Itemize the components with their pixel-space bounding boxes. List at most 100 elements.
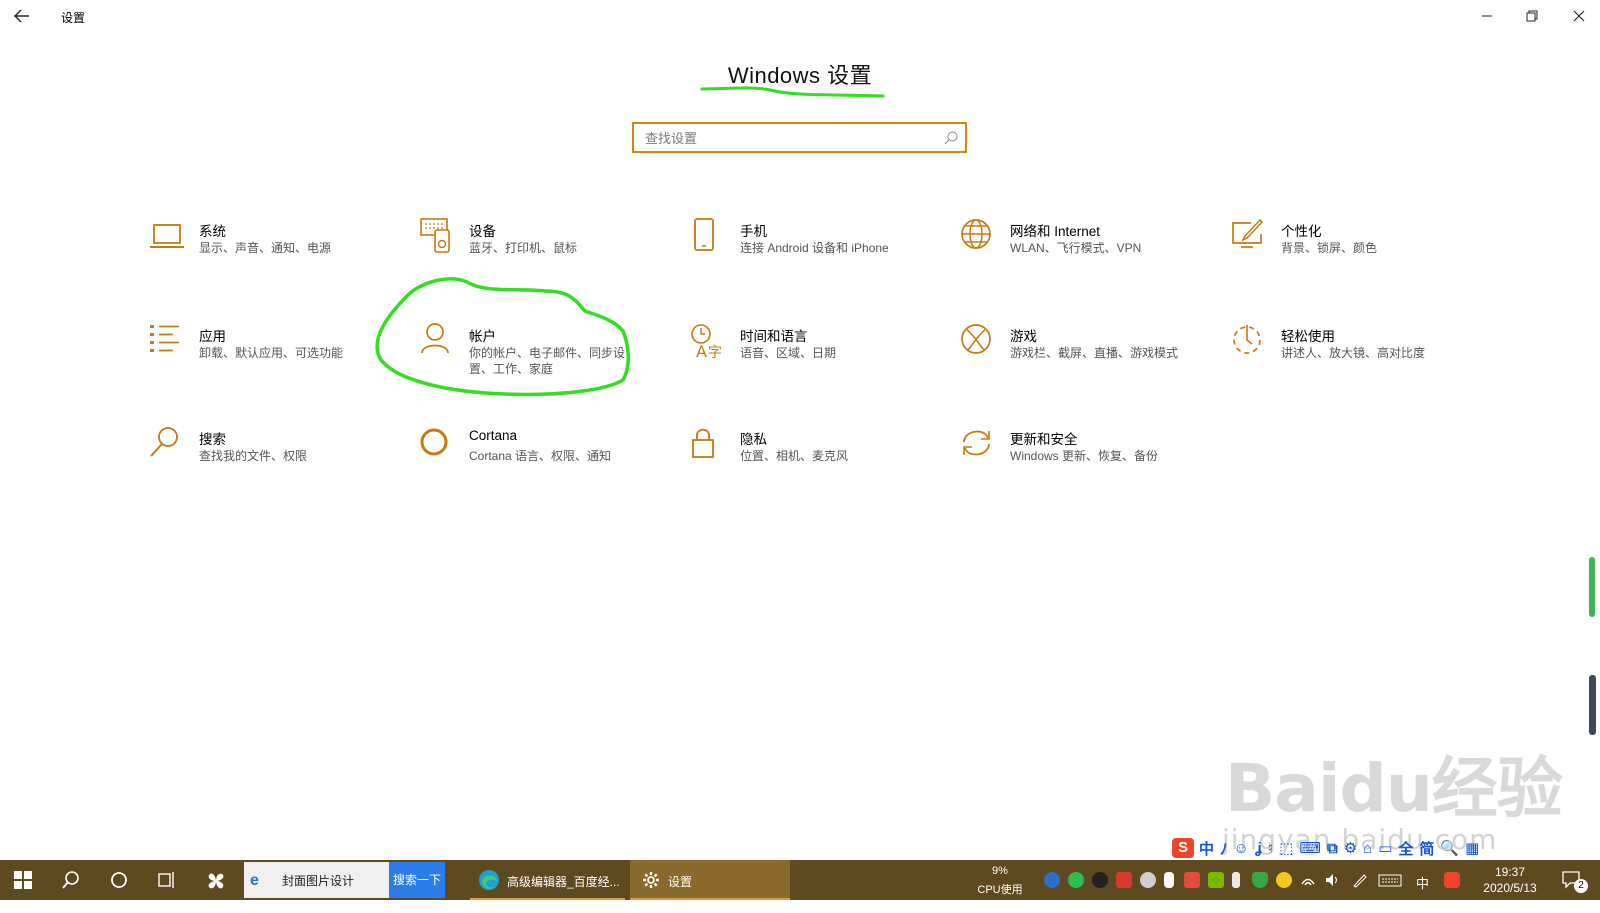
ime-item[interactable]: ⌨: [1298, 839, 1322, 857]
time-language-icon: A 字: [691, 324, 722, 361]
plus-app-icon[interactable]: [1276, 872, 1292, 888]
ime-item[interactable]: ☺: [1233, 840, 1250, 857]
tile-desc: Windows 更新、恢复、备份: [1010, 449, 1159, 463]
apps-list-icon: [150, 325, 179, 352]
xbox-icon: [961, 324, 991, 354]
tile-title: 更新和安全: [1010, 432, 1078, 447]
cpu-label: CPU使用: [977, 884, 1023, 896]
window-title: 设置: [61, 11, 86, 25]
clock[interactable]: 19:37 2020/5/13: [1470, 860, 1550, 900]
tile-title: 时间和语言: [740, 329, 808, 344]
scroll-indicator-dark[interactable]: [1589, 675, 1596, 735]
tile-search[interactable]: 搜索 查找我的文件、权限: [149, 426, 399, 496]
qq-icon[interactable]: [1092, 872, 1108, 888]
record-icon[interactable]: [1184, 872, 1200, 888]
ime-item[interactable]: ⧉: [1326, 840, 1339, 857]
tile-title: 手机: [740, 224, 767, 239]
clock-time: 19:37: [1494, 865, 1526, 879]
svg-text:A: A: [696, 342, 707, 361]
close-button[interactable]: [1561, 4, 1597, 28]
restore-button[interactable]: [1514, 4, 1550, 28]
ime-item[interactable]: ⚙: [1343, 839, 1358, 857]
sogou-tray-icon[interactable]: [1444, 872, 1460, 888]
tile-network[interactable]: 网络和 Internet WLAN、飞行模式、VPN: [960, 218, 1210, 288]
taskbar-web-search-field[interactable]: e 封面图片设计: [244, 862, 389, 898]
tile-desc: 位置、相机、麦克风: [740, 449, 849, 463]
minimize-button[interactable]: [1469, 4, 1505, 28]
annotation-underline: [700, 86, 885, 98]
search-box[interactable]: [632, 122, 967, 153]
svg-text:字: 字: [708, 345, 722, 361]
microphone-icon[interactable]: [1164, 872, 1174, 888]
ime-item[interactable]: ʝ: [1254, 840, 1263, 857]
ime-item[interactable]: ▭: [1377, 839, 1393, 857]
ime-item[interactable]: 简: [1418, 838, 1435, 859]
pen-icon[interactable]: [1352, 872, 1368, 888]
globe-icon: [961, 219, 991, 249]
web-search-button[interactable]: 搜索一下: [389, 862, 445, 898]
tile-time-language[interactable]: A 字 时间和语言 语音、区域、日期: [690, 323, 940, 393]
mic-app-icon[interactable]: [1044, 872, 1060, 888]
tile-cortana[interactable]: Cortana Cortana 语言、权限、通知: [419, 426, 669, 496]
nvidia-icon[interactable]: [1208, 872, 1224, 888]
input-language-indicator[interactable]: 中: [1416, 873, 1429, 913]
tile-title: 系统: [199, 224, 226, 239]
start-button[interactable]: [0, 860, 46, 900]
taskbar-app-edge[interactable]: 高级编辑器_百度经...: [470, 860, 625, 900]
ime-item[interactable]: ⬚: [1278, 839, 1294, 857]
taskbar-app-label: 高级编辑器_百度经...: [507, 875, 620, 889]
tile-desc: 背景、锁屏、颜色: [1281, 241, 1378, 255]
cpu-usage-widget[interactable]: 9% CPU使用: [970, 860, 1030, 900]
magnifier-icon: [62, 871, 79, 889]
tile-desc: 语音、区域、日期: [740, 346, 837, 360]
notification-center-button[interactable]: 2: [1556, 860, 1596, 900]
ime-item[interactable]: 🔍: [1439, 839, 1460, 857]
taskbar-search-button[interactable]: [48, 860, 94, 900]
tile-title: 轻松使用: [1281, 329, 1335, 344]
taskbar: e 封面图片设计 搜索一下 高级编辑器_百度经... 设置 9% CPU使用 中…: [0, 860, 1600, 900]
tile-system[interactable]: 系统 显示、声音、通知、电源: [149, 218, 399, 288]
security-shield-icon[interactable]: [1252, 872, 1268, 888]
cortana-ring-icon: [111, 872, 127, 888]
search-input[interactable]: [643, 124, 937, 152]
ime-toolbar: S 中 ﾉ ☺ ʝ ♮ ⬚ ⌨ ⧉ ⚙ ⌂ ▭ 全 简 🔍 ▦: [1172, 837, 1480, 859]
cortana-button[interactable]: [96, 860, 142, 900]
ime-item[interactable]: 全: [1397, 838, 1414, 859]
phone-icon: [694, 218, 714, 251]
back-button[interactable]: [12, 6, 36, 26]
tile-desc: 连接 Android 设备和 iPhone: [740, 241, 889, 255]
tile-ease-of-access[interactable]: 轻松使用 讲述人、放大镜、高对比度: [1231, 323, 1481, 393]
web-search-text: 封面图片设计: [282, 874, 355, 888]
tile-title: 个性化: [1281, 224, 1322, 239]
ime-item[interactable]: ⌂: [1362, 840, 1373, 857]
tile-phone[interactable]: 手机 连接 Android 设备和 iPhone: [690, 218, 940, 288]
user-tray-icon[interactable]: [1140, 872, 1156, 888]
keyboard-icon[interactable]: [1378, 872, 1402, 888]
ime-item[interactable]: ▦: [1464, 839, 1480, 857]
taskbar-app-settings[interactable]: 设置: [630, 860, 790, 900]
wifi-icon[interactable]: [1300, 872, 1316, 888]
ie-icon: e: [250, 872, 259, 889]
tile-apps[interactable]: 应用 卸载、默认应用、可选功能: [149, 323, 399, 393]
mail-icon[interactable]: [1116, 872, 1132, 888]
baidu-watermark: Baidu经验: [1225, 750, 1563, 827]
wechat-icon[interactable]: [1068, 872, 1084, 888]
ime-item[interactable]: ﾉ: [1219, 838, 1229, 859]
tile-privacy[interactable]: 隐私 位置、相机、麦克风: [690, 426, 940, 496]
tile-personalization[interactable]: 个性化 背景、锁屏、颜色: [1231, 218, 1481, 288]
scroll-indicator-green[interactable]: [1589, 557, 1595, 617]
usb-drive-icon[interactable]: [1232, 872, 1240, 888]
volume-icon[interactable]: [1324, 872, 1340, 888]
cpu-percent: 9%: [992, 865, 1008, 877]
tile-update-security[interactable]: 更新和安全 Windows 更新、恢复、备份: [960, 426, 1210, 496]
tile-gaming[interactable]: 游戏 游戏栏、截屏、直播、游戏模式: [960, 323, 1210, 393]
task-view-button[interactable]: [144, 860, 190, 900]
ime-item[interactable]: 中: [1198, 838, 1215, 859]
sogou-ime-icon[interactable]: S: [1172, 838, 1194, 858]
search-icon[interactable]: [943, 130, 959, 146]
laptop-icon: [150, 224, 184, 248]
back-arrow-icon: [14, 9, 29, 23]
pinwheel-app-button[interactable]: [192, 860, 238, 900]
tile-desc: 显示、声音、通知、电源: [199, 241, 332, 255]
ime-item[interactable]: ♮: [1267, 839, 1274, 857]
